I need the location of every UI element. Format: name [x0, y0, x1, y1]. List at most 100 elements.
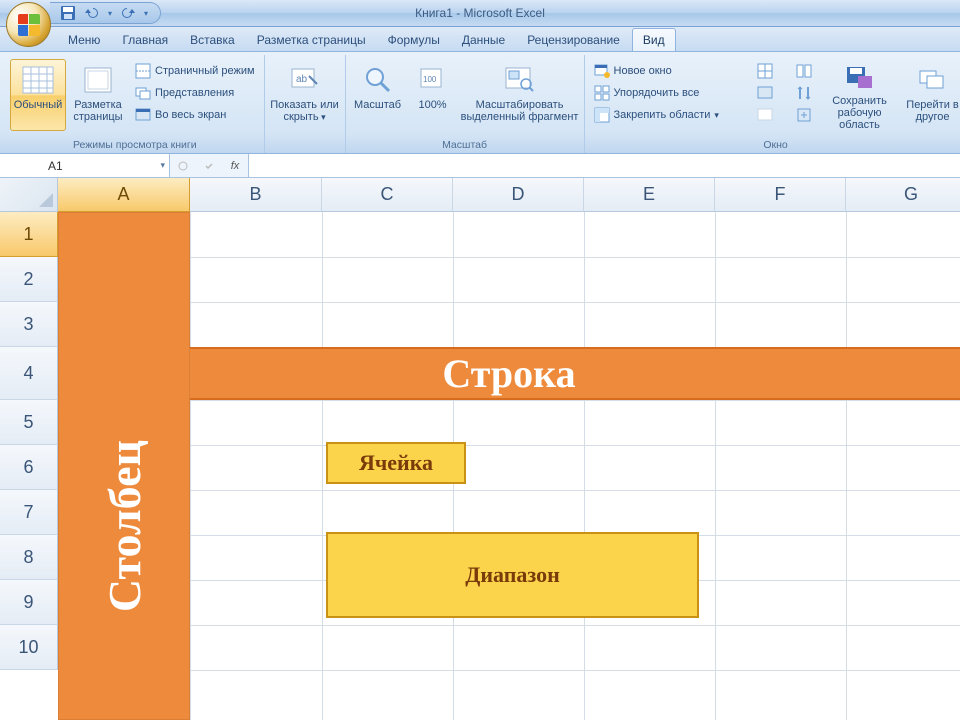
column-header[interactable]: B: [190, 178, 322, 212]
tab-view[interactable]: Вид: [632, 28, 676, 51]
row-headers: 12345678910: [0, 212, 58, 670]
show-hide-button[interactable]: ab Показать или скрыть: [269, 59, 341, 131]
column-headers: ABCDEFG: [58, 178, 960, 212]
formula-input[interactable]: [249, 154, 960, 177]
save-icon[interactable]: [60, 5, 76, 21]
ribbon-tabs: Меню Главная Вставка Разметка страницы Ф…: [0, 27, 960, 52]
column-header[interactable]: F: [715, 178, 846, 212]
svg-text:ab: ab: [296, 74, 308, 85]
tab-formulas[interactable]: Формулы: [378, 29, 450, 51]
row-header[interactable]: 7: [0, 490, 58, 535]
zoom-label: Масштаб: [354, 99, 401, 111]
page-break-preview-button[interactable]: Страничный режим: [130, 61, 260, 81]
undo-dropdown-icon[interactable]: ▾: [108, 9, 112, 18]
qat-customize-icon[interactable]: ▾: [144, 9, 148, 18]
titlebar: ▾ ▾ Книга1 - Microsoft Excel: [0, 0, 960, 27]
tab-page-layout[interactable]: Разметка страницы: [247, 29, 376, 51]
name-box-dropdown-icon[interactable]: ▾: [160, 160, 165, 171]
tab-insert[interactable]: Вставка: [180, 29, 245, 51]
split-button[interactable]: [752, 61, 778, 81]
page-break-icon: [135, 63, 151, 79]
side-by-side-icon: [796, 63, 812, 79]
freeze-panes-label: Закрепить области: [614, 109, 711, 121]
formula-buttons: fx: [170, 154, 249, 177]
zoom-100-button[interactable]: 100 100%: [410, 59, 456, 131]
row-header[interactable]: 5: [0, 400, 58, 445]
column-header[interactable]: C: [322, 178, 453, 212]
freeze-panes-icon: [594, 107, 610, 123]
unhide-button[interactable]: [752, 105, 778, 125]
name-box[interactable]: A1 ▾: [0, 154, 170, 177]
view-normal-button[interactable]: Обычный: [10, 59, 66, 131]
redo-icon[interactable]: [120, 5, 136, 21]
magnifier-icon: [362, 64, 394, 96]
tab-data[interactable]: Данные: [452, 29, 515, 51]
arrange-all-label: Упорядочить все: [614, 87, 700, 99]
side-by-side-button[interactable]: [791, 61, 817, 81]
column-header[interactable]: G: [846, 178, 960, 212]
new-window-button[interactable]: Новое окно: [589, 61, 739, 81]
cancel-formula-icon[interactable]: [170, 154, 196, 177]
insert-function-button[interactable]: fx: [222, 154, 248, 177]
custom-views-label: Представления: [155, 87, 234, 99]
row-header[interactable]: 1: [0, 212, 58, 257]
arrange-all-icon: [594, 85, 610, 101]
save-workspace-button[interactable]: Сохранить рабочую область: [821, 59, 899, 131]
office-logo-icon: [18, 14, 40, 36]
full-screen-label: Во весь экран: [155, 109, 226, 121]
save-workspace-label: Сохранить рабочую область: [822, 95, 898, 131]
select-all-corner[interactable]: [0, 178, 58, 212]
hide-button[interactable]: [752, 83, 778, 103]
custom-views-button[interactable]: Представления: [130, 83, 260, 103]
column-overlay: Столбец: [58, 212, 190, 720]
switch-windows-button[interactable]: Перейти в другое: [903, 59, 960, 131]
full-screen-button[interactable]: Во весь экран: [130, 105, 260, 125]
freeze-panes-button[interactable]: Закрепить области: [589, 105, 739, 125]
switch-windows-icon: [917, 64, 949, 96]
quick-access-toolbar: ▾ ▾: [50, 2, 161, 24]
row-overlay-label: Строка: [442, 350, 575, 397]
row-overlay: Строка: [58, 347, 960, 400]
row-header[interactable]: 4: [0, 347, 58, 400]
unhide-icon: [757, 107, 773, 123]
row-header[interactable]: 10: [0, 625, 58, 670]
cells-area[interactable]: Столбец Строка Ячейка Диапазон: [58, 212, 960, 720]
zoom-button[interactable]: Масштаб: [350, 59, 406, 131]
row-header[interactable]: 8: [0, 535, 58, 580]
zoom-selection-label: Масштабировать выделенный фрагмент: [461, 99, 579, 123]
zoom-group-label: Масштаб: [350, 137, 580, 153]
hide-icon: [757, 85, 773, 101]
row-header[interactable]: 3: [0, 302, 58, 347]
tab-review[interactable]: Рецензирование: [517, 29, 630, 51]
enter-formula-icon[interactable]: [196, 154, 222, 177]
row-header[interactable]: 9: [0, 580, 58, 625]
office-button[interactable]: [6, 2, 51, 47]
zoom-selection-button[interactable]: Масштабировать выделенный фрагмент: [460, 59, 580, 131]
tab-menu[interactable]: Меню: [58, 29, 110, 51]
range-overlay: Диапазон: [326, 532, 699, 618]
column-header[interactable]: A: [58, 178, 190, 212]
view-page-layout-button[interactable]: Разметка страницы: [70, 59, 126, 131]
reset-position-button[interactable]: [791, 105, 817, 125]
row-header[interactable]: 2: [0, 257, 58, 302]
formula-bar: A1 ▾ fx: [0, 154, 960, 178]
row-header[interactable]: 6: [0, 445, 58, 490]
column-header[interactable]: E: [584, 178, 715, 212]
arrange-all-button[interactable]: Упорядочить все: [589, 83, 739, 103]
new-window-icon: [594, 63, 610, 79]
new-window-label: Новое окно: [614, 65, 672, 77]
zoom-100-label: 100%: [418, 99, 446, 111]
cell-overlay: Ячейка: [326, 442, 466, 484]
sync-scroll-icon: [796, 85, 812, 101]
sync-scroll-button[interactable]: [791, 83, 817, 103]
window-group-label: Окно: [589, 137, 960, 153]
views-group-label: Режимы просмотра книги: [10, 137, 260, 153]
switch-windows-label: Перейти в другое: [904, 99, 960, 123]
page-break-label: Страничный режим: [155, 65, 255, 77]
tab-home[interactable]: Главная: [112, 29, 178, 51]
ribbon: Обычный Разметка страницы Страничный реж…: [0, 52, 960, 154]
column-header[interactable]: D: [453, 178, 584, 212]
show-hide-icon: ab: [289, 64, 321, 96]
undo-icon[interactable]: [84, 5, 100, 21]
zoom-100-icon: 100: [417, 64, 449, 96]
